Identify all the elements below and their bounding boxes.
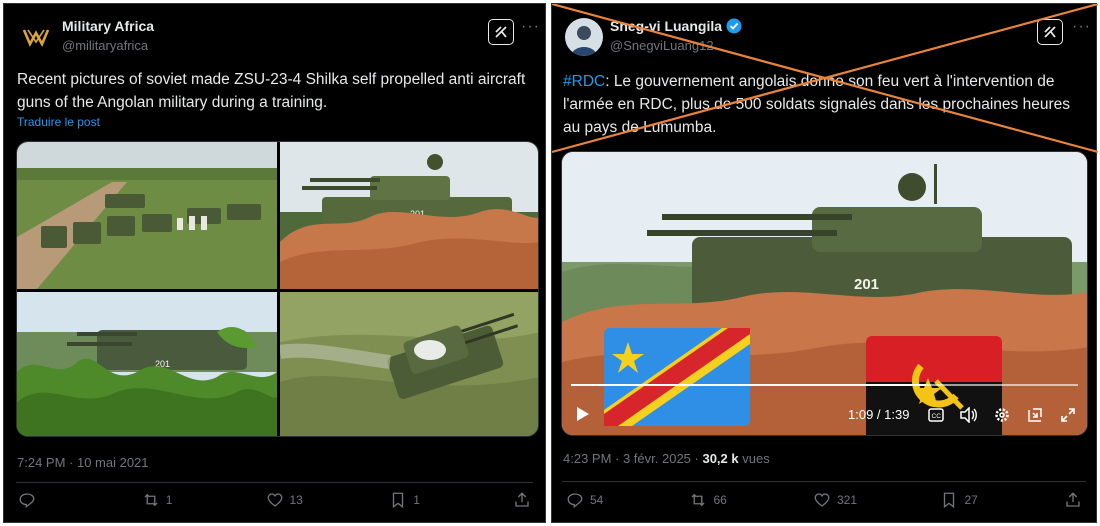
- post-timestamp[interactable]: 7:24 PM · 10 mai 2021: [17, 455, 149, 470]
- repost-count: 1: [165, 493, 173, 507]
- pip-icon: [1028, 408, 1042, 422]
- photo-2[interactable]: 201: [280, 142, 539, 289]
- hashtag-link[interactable]: #RDC: [563, 73, 605, 90]
- grok-icon[interactable]: [488, 19, 514, 45]
- photo-3[interactable]: 201: [17, 292, 277, 437]
- translate-link[interactable]: Traduire le post: [17, 115, 100, 129]
- views-count: 30,2 k: [702, 451, 739, 466]
- reply-count: 54: [590, 493, 604, 507]
- author-handle[interactable]: @SnegviLuang12: [610, 38, 714, 53]
- repost-icon: [144, 493, 158, 507]
- svg-text:CC: CC: [932, 413, 942, 420]
- video-progress-fill: [571, 384, 926, 386]
- fullscreen-button[interactable]: [1060, 407, 1076, 426]
- verified-badge-icon: [726, 18, 742, 34]
- bookmark-count: 27: [964, 493, 978, 507]
- post-text: #RDC: Le gouvernement angolais donne son…: [563, 73, 1070, 136]
- video-time: 1:09 / 1:39: [848, 407, 910, 422]
- share-button[interactable]: [513, 491, 531, 509]
- divider: [562, 481, 1086, 482]
- reply-button[interactable]: 54: [566, 491, 606, 509]
- photo-grid: 201 201: [16, 141, 539, 437]
- settings-icon: [995, 408, 1009, 422]
- bookmark-icon: [944, 492, 955, 509]
- more-icon[interactable]: ···: [1072, 18, 1091, 36]
- post-text: Recent pictures of soviet made ZSU-23-4 …: [17, 71, 526, 111]
- play-icon: [577, 407, 589, 421]
- author-name[interactable]: Sneg-vi Luangila: [610, 18, 722, 34]
- bookmark-button[interactable]: 1: [389, 491, 429, 509]
- bookmark-icon: [393, 492, 404, 509]
- right-post: Sneg-vi Luangila @SnegviLuang12 ··· #RDC…: [551, 3, 1098, 523]
- like-count: 13: [289, 493, 303, 507]
- reply-button[interactable]: [18, 491, 58, 509]
- play-button[interactable]: [576, 406, 590, 425]
- grok-icon[interactable]: [1037, 19, 1063, 45]
- like-button[interactable]: 321: [813, 491, 857, 509]
- bookmark-count: 1: [413, 493, 420, 507]
- like-icon: [814, 493, 830, 507]
- drc-flag: [604, 328, 750, 426]
- reply-icon: [567, 493, 583, 509]
- like-button[interactable]: 13: [266, 491, 306, 509]
- settings-button[interactable]: [994, 407, 1010, 426]
- reply-icon: [19, 493, 35, 509]
- repost-button[interactable]: 1: [142, 491, 182, 509]
- pip-button[interactable]: [1027, 407, 1043, 426]
- avatar[interactable]: [565, 18, 603, 56]
- action-bar: 54 66 321 27: [566, 488, 1082, 512]
- captions-button[interactable]: CC: [928, 408, 944, 425]
- repost-count: 66: [713, 493, 727, 507]
- military-africa-logo[interactable]: [17, 18, 55, 56]
- like-icon: [267, 493, 282, 507]
- repost-icon: [692, 493, 705, 507]
- captions-icon: CC: [928, 408, 944, 422]
- bookmark-button[interactable]: 27: [940, 491, 980, 509]
- video-progress-bar[interactable]: [571, 384, 1078, 386]
- share-icon: [515, 492, 529, 507]
- video-player[interactable]: 201 1:09 / 1:39 CC: [561, 151, 1088, 436]
- author-handle[interactable]: @militaryafrica: [62, 38, 148, 53]
- fullscreen-icon: [1061, 408, 1075, 422]
- repost-button[interactable]: 66: [689, 491, 729, 509]
- photo-4[interactable]: [280, 292, 539, 437]
- author-name-row[interactable]: Sneg-vi Luangila: [610, 18, 742, 34]
- hull-number: 201: [854, 276, 879, 293]
- like-count: 321: [836, 493, 857, 507]
- author-name[interactable]: Military Africa: [62, 18, 154, 34]
- share-icon: [1066, 492, 1080, 507]
- photo-1[interactable]: [17, 142, 277, 289]
- post-timestamp: 4:23 PM · 3 févr. 2025 · 30,2 k vues: [563, 451, 770, 466]
- share-button[interactable]: [1064, 491, 1082, 509]
- more-icon[interactable]: ···: [521, 18, 540, 36]
- volume-icon: [960, 406, 977, 424]
- divider: [16, 482, 533, 483]
- action-bar: 1 13 1: [18, 488, 531, 512]
- left-post: Military Africa @militaryafrica ··· Rece…: [3, 3, 546, 523]
- volume-button[interactable]: [960, 406, 978, 426]
